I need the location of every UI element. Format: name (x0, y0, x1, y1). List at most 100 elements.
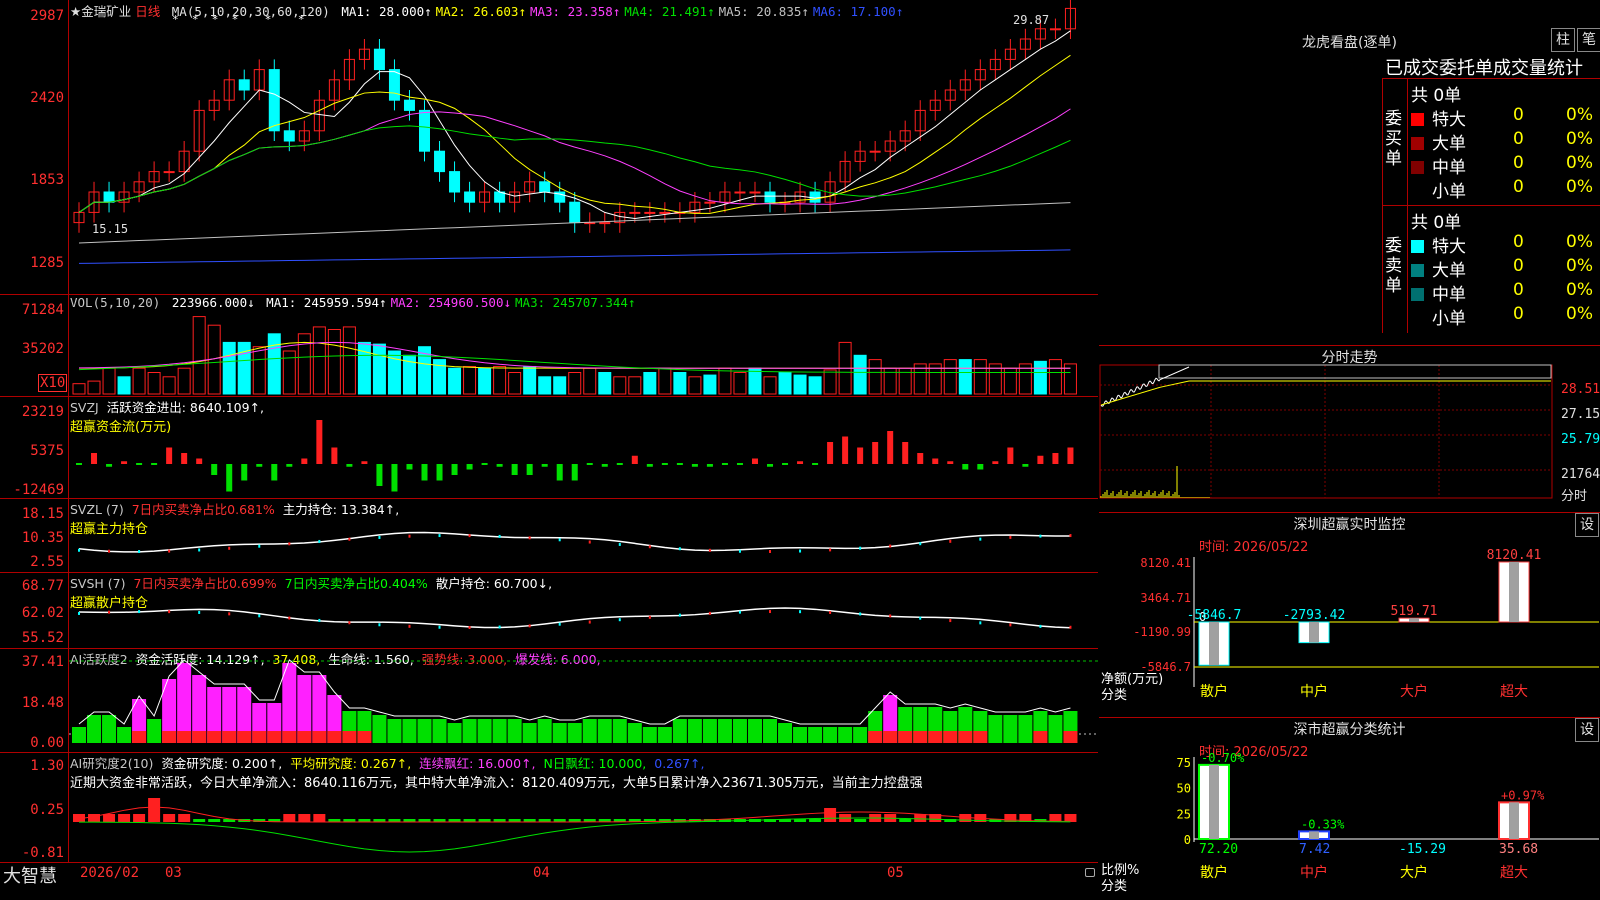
volume-bar (448, 367, 462, 395)
research-bar (118, 814, 131, 822)
activity-bar (823, 727, 838, 743)
holding-tick (558, 622, 561, 626)
candlestick-chart[interactable] (69, 0, 1098, 294)
activity-base (207, 731, 222, 743)
volume-chart[interactable] (69, 294, 1098, 396)
holding-line (78, 531, 1071, 553)
lhb-tabs[interactable]: 已成交委托单成交量统计 (1385, 54, 1583, 80)
volume-panel[interactable]: 71284 35202 X10 VOL(5,10,20) 223966.000↓… (0, 294, 1098, 397)
ai-activity-panel[interactable]: 37.41 18.48 0.00 AI活跃度2 资金活跃度: 14.129↑, … (0, 648, 1098, 753)
flow-bar (992, 461, 999, 464)
flow-bar (556, 464, 563, 481)
research-bar (148, 798, 161, 822)
svzj-panel[interactable]: 23219 5375 -12469 SVZJ 活跃资金进出: 8640.109↑… (0, 396, 1098, 499)
net-value-label: -5846.7 (1187, 608, 1242, 623)
candle (449, 171, 461, 193)
holding-tick (889, 614, 892, 618)
svzl-tick: 2.55 (30, 554, 64, 570)
order-row: 小单 (1411, 177, 1466, 202)
lhb-title: 龙虎看盘(逐单) (1302, 35, 1397, 51)
svsh-chart[interactable] (69, 572, 1098, 648)
flow-bar (496, 464, 503, 467)
holding-tick (618, 542, 621, 546)
holding-tick (108, 610, 111, 614)
intraday-panel[interactable]: 分时走势 28.51 27.15 25.79 21764 分时 (1099, 345, 1600, 513)
activity-base (177, 731, 192, 743)
candle (869, 150, 881, 153)
flow-bar (181, 453, 188, 464)
holding-tick (558, 538, 561, 542)
time-axis: 大智慧 2026/02 03 04 05 (0, 862, 1098, 900)
classification-stats-panel: 深市超赢分类统计 设 时间: 2026/05/22 75 50 25 0 -0.70% 7… (1099, 717, 1600, 900)
svzj-chart[interactable] (69, 396, 1098, 498)
flow-bar (301, 458, 308, 464)
volume-bar (733, 372, 747, 395)
volume-bar (763, 376, 777, 395)
lock-icon[interactable] (1085, 868, 1095, 877)
candle (268, 69, 280, 132)
activity-bar (838, 727, 853, 743)
svzl-chart[interactable] (69, 498, 1098, 572)
price-tick: 1853 (30, 172, 64, 188)
flow-bar (646, 464, 653, 467)
activity-bar (597, 719, 612, 743)
activity-bar (372, 715, 387, 743)
research-bar (313, 814, 326, 822)
candle (749, 191, 761, 194)
flow-bar (917, 453, 924, 464)
intraday-chart[interactable] (1099, 345, 1600, 512)
ratio-change: -0.70% (1201, 751, 1245, 765)
holding-tick (769, 610, 772, 614)
volume-bar (748, 367, 762, 395)
ratio-chart[interactable]: 75 50 25 0 -0.70% 72.20 散户 -0.33% 7.42 中户 -15.29 大户… (1099, 717, 1600, 900)
activity-bar (387, 719, 402, 743)
volume-bar (643, 372, 657, 395)
holding-tick (1069, 625, 1072, 629)
candle (103, 191, 115, 203)
flow-bar (947, 461, 954, 464)
research-bar (103, 814, 116, 822)
high-label: 29.87 (1013, 13, 1050, 27)
order-percent: 0% (1566, 280, 1593, 300)
order-percent: 0% (1566, 256, 1593, 276)
volume-bar (117, 376, 131, 395)
svzj-axis: 23219 5375 -12469 (0, 396, 69, 498)
order-row: 大单 (1411, 129, 1466, 154)
order-percent: 0% (1566, 129, 1593, 149)
ai-activity-chart[interactable] (69, 648, 1098, 752)
kline-panel[interactable]: 2987 2420 1853 1285 ★金瑞矿业 日线 MA(5,10,20,3… (0, 0, 1098, 295)
flow-bar (751, 458, 758, 464)
flow-bar (241, 464, 248, 481)
ai-research-chart[interactable] (69, 752, 1098, 862)
order-type: 大单 (1432, 261, 1466, 281)
net-amount-chart[interactable]: 8120.413464.71-1190.99-5846.70-5846.7散户-… (1099, 512, 1600, 717)
holding-line (78, 607, 1071, 629)
holding-tick (648, 615, 651, 619)
flow-bar (331, 447, 338, 464)
candle (569, 201, 581, 224)
order-count: 0 (1513, 129, 1524, 149)
net-bar-shade (1509, 562, 1519, 622)
holding-tick (288, 542, 291, 546)
ratio-change: -0.33% (1301, 817, 1345, 831)
research-bar (163, 814, 176, 822)
activity-bar (552, 723, 567, 743)
svzl-panel[interactable]: 18.15 10.35 2.55 SVZL (7) 7日内买卖净占比0.681%… (0, 498, 1098, 573)
sell-section: 委卖单 共 0单 特大 0 0% 大单 0 0% 中单 0 0% 小单 0 0% (1382, 205, 1600, 333)
candle (373, 48, 385, 71)
candle (734, 191, 746, 194)
ai2-tick: 1.30 (30, 758, 64, 774)
bar-mode-button[interactable]: 柱 (1551, 28, 1575, 52)
activity-bar (672, 719, 687, 743)
flow-bar (526, 464, 533, 475)
svsh-panel[interactable]: 68.77 62.02 55.52 SVSH (7) 7日内买卖净占比0.699… (0, 572, 1098, 649)
stats-tick: 75 (1177, 756, 1191, 770)
volume-bar (147, 372, 161, 395)
volume-bar (598, 372, 612, 395)
ai-research-panel[interactable]: 1.30 0.25 -0.81 AI研究度2(10) 资金研究度: 0.200↑… (0, 752, 1098, 863)
pen-mode-button[interactable]: 笔 (1577, 28, 1600, 52)
order-count: 0 (1513, 105, 1524, 125)
flow-bar (436, 464, 443, 481)
flow-bar (136, 463, 143, 465)
flow-bar (376, 464, 383, 486)
